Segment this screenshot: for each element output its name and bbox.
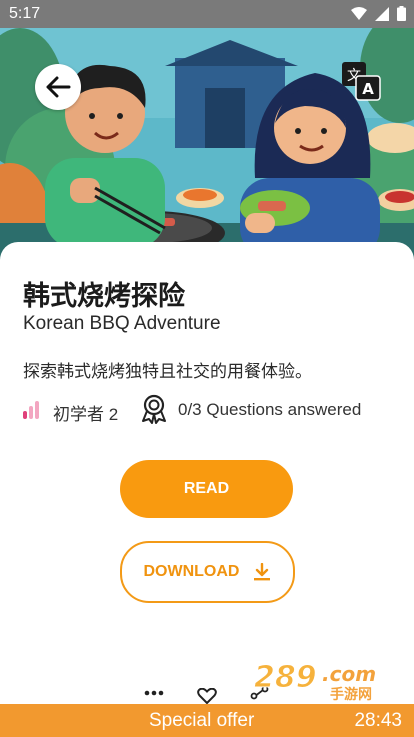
read-button-label: READ — [183, 480, 230, 497]
award-ribbon-icon — [142, 394, 166, 424]
questions-progress: 0/3 Questions answered — [178, 400, 362, 419]
status-icons — [351, 6, 406, 21]
watermark-logo: 289 .com 手游网 — [254, 660, 377, 702]
status-time: 5:17 — [9, 5, 41, 22]
heart-icon[interactable] — [197, 688, 217, 704]
svg-text:手游网: 手游网 — [330, 686, 372, 701]
level-label: 初学者 2 — [53, 405, 119, 424]
translate-button[interactable]: 文 A — [340, 60, 382, 102]
read-button[interactable]: READ — [120, 460, 293, 518]
arrow-left-icon — [46, 76, 71, 98]
svg-text:.com: .com — [322, 662, 376, 686]
more-dots-icon[interactable] — [144, 690, 164, 696]
story-meta-row: 初学者 2 0/3 Questions answered — [23, 392, 403, 424]
back-button[interactable] — [35, 64, 81, 110]
battery-icon — [397, 6, 406, 21]
translate-icon: 文 A — [342, 62, 381, 101]
download-icon — [254, 563, 271, 581]
story-detail-sheet: 韩式烧烤探险 Korean BBQ Adventure 探索韩式烧烤独特且社交的… — [0, 242, 414, 712]
story-title-english: Korean BBQ Adventure — [23, 313, 221, 334]
story-title-chinese: 韩式烧烤探险 — [23, 281, 185, 311]
status-bar: 5:17 — [0, 0, 414, 28]
special-offer-label: Special offer — [149, 710, 255, 731]
story-description: 探索韩式烧烤独特且社交的用餐体验。 — [23, 362, 312, 381]
signal-icon — [375, 6, 389, 21]
signal-bars-icon — [23, 401, 39, 419]
offer-countdown: 28:43 — [354, 710, 402, 731]
svg-text:A: A — [362, 80, 374, 98]
svg-text:289: 289 — [254, 660, 317, 695]
download-button[interactable]: DOWNLOAD — [120, 541, 295, 603]
download-button-label: DOWNLOAD — [143, 563, 240, 580]
wifi-icon — [351, 6, 367, 20]
special-offer-bar[interactable]: Special offer 28:43 — [0, 704, 414, 737]
